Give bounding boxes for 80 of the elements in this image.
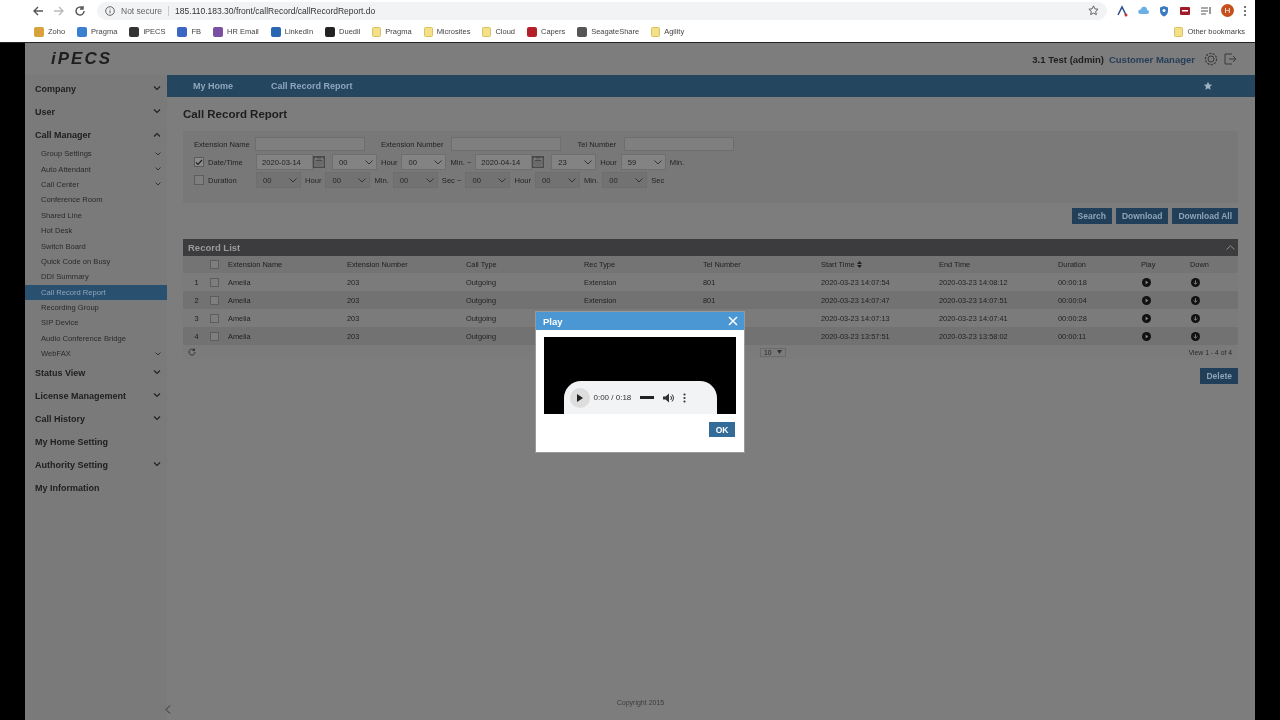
chevron-down-icon bbox=[425, 177, 434, 183]
play-icon bbox=[576, 393, 583, 402]
dialog-title: Play bbox=[543, 315, 563, 327]
user-name: 3.1 Test (admin) bbox=[1032, 53, 1104, 65]
checkbox[interactable] bbox=[210, 331, 219, 341]
download-icon[interactable] bbox=[1191, 277, 1200, 287]
favorite-star-icon[interactable] bbox=[1203, 81, 1213, 91]
chevron-down-icon bbox=[584, 159, 593, 165]
playback-time: 0:00 / 0:18 bbox=[593, 393, 632, 402]
check-icon bbox=[195, 158, 203, 166]
breadcrumb-link[interactable]: Call Record Report bbox=[271, 81, 353, 91]
logo: iPECS bbox=[51, 49, 113, 69]
play-icon[interactable] bbox=[1142, 331, 1151, 341]
play-icon[interactable] bbox=[1142, 277, 1151, 287]
play-button[interactable] bbox=[569, 387, 590, 408]
action-button[interactable]: Search bbox=[1071, 208, 1112, 224]
profile-avatar[interactable]: H bbox=[1221, 4, 1234, 17]
chevron-down-icon bbox=[358, 177, 367, 183]
folder-icon bbox=[482, 26, 492, 37]
checkbox[interactable] bbox=[210, 260, 219, 269]
panel-title: Record List bbox=[188, 242, 241, 253]
security-label: Not secure bbox=[121, 5, 170, 16]
menu-item[interactable]: Call Manager bbox=[25, 123, 167, 146]
shield-icon[interactable] bbox=[1158, 4, 1170, 17]
checkbox[interactable] bbox=[210, 277, 219, 287]
extension-icon[interactable] bbox=[1179, 4, 1191, 17]
logout-icon[interactable] bbox=[1223, 52, 1237, 66]
settings-icon[interactable] bbox=[1204, 52, 1218, 66]
volume-icon[interactable] bbox=[663, 392, 675, 403]
checkbox[interactable] bbox=[210, 295, 219, 305]
checkbox[interactable] bbox=[194, 157, 204, 167]
folder-icon bbox=[372, 26, 382, 37]
menu-item[interactable]: Call History bbox=[25, 407, 167, 431]
folder-icon bbox=[651, 26, 661, 37]
close-icon[interactable] bbox=[728, 316, 738, 326]
checkbox[interactable] bbox=[194, 175, 204, 185]
menu-icon[interactable] bbox=[1243, 4, 1247, 17]
back-icon[interactable] bbox=[32, 4, 44, 17]
chevron-down-icon bbox=[635, 177, 644, 183]
info-icon[interactable] bbox=[105, 5, 115, 16]
download-icon[interactable] bbox=[1191, 295, 1200, 305]
menu-item[interactable]: My Information bbox=[25, 476, 167, 500]
play-icon[interactable] bbox=[1142, 313, 1151, 323]
menu-item[interactable]: My Home Setting bbox=[25, 430, 167, 454]
menu-item[interactable]: Authority Setting bbox=[25, 453, 167, 477]
role-link[interactable]: Customer Manager bbox=[1108, 53, 1195, 65]
chevron-down-icon bbox=[567, 177, 576, 183]
caret-icon bbox=[776, 350, 782, 354]
breadcrumb-link[interactable]: My Home bbox=[193, 81, 233, 91]
menu-item[interactable]: License Management bbox=[25, 384, 167, 408]
media-list-icon[interactable] bbox=[1200, 4, 1212, 17]
action-button[interactable]: Download bbox=[1115, 208, 1169, 224]
folder-icon bbox=[423, 26, 433, 37]
chevron-up-icon[interactable] bbox=[1226, 245, 1235, 250]
delete-button[interactable]: Delete bbox=[1200, 368, 1238, 384]
menu-item[interactable]: Status View bbox=[25, 361, 167, 385]
extension-icon[interactable] bbox=[1116, 4, 1128, 17]
ok-button[interactable]: OK bbox=[709, 422, 735, 437]
chevron-down-icon bbox=[653, 159, 662, 165]
refresh-icon[interactable] bbox=[188, 348, 196, 356]
reload-icon[interactable] bbox=[74, 4, 86, 17]
progress-track[interactable] bbox=[640, 396, 655, 399]
bookmark-star-icon[interactable] bbox=[1088, 5, 1099, 16]
folder-icon bbox=[1174, 26, 1184, 37]
action-button[interactable]: Download All bbox=[1172, 208, 1238, 224]
chevron-down-icon bbox=[365, 159, 373, 165]
more-icon[interactable] bbox=[683, 392, 687, 403]
page-title: Call Record Report bbox=[183, 108, 289, 120]
download-icon[interactable] bbox=[1191, 313, 1200, 323]
cloud-icon[interactable] bbox=[1137, 4, 1149, 17]
checkbox[interactable] bbox=[210, 313, 219, 323]
play-icon[interactable] bbox=[1142, 295, 1151, 305]
url-text: 185.110.183.30/front/callRecord/callRecordReport.do bbox=[175, 5, 376, 16]
chevron-down-icon bbox=[434, 159, 443, 165]
menu-item[interactable]: Company bbox=[25, 77, 167, 100]
chevron-down-icon bbox=[289, 177, 297, 183]
download-icon[interactable] bbox=[1191, 331, 1200, 341]
address-bar[interactable]: Not secure 185.110.183.30/front/callRecord/callRecordReport.do bbox=[97, 1, 1107, 20]
chevron-down-icon bbox=[498, 177, 507, 183]
menu-item[interactable]: User bbox=[25, 100, 167, 123]
